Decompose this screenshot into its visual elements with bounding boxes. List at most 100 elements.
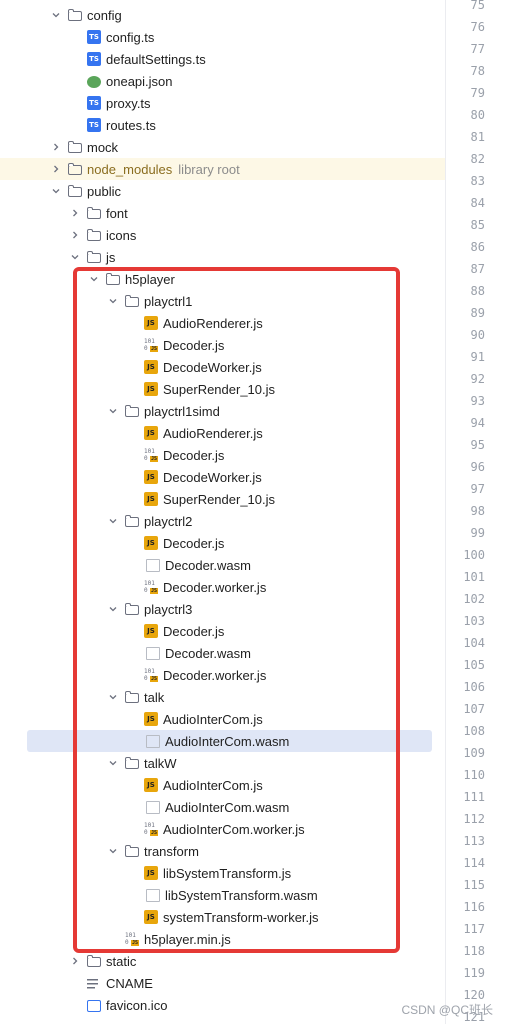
line-number: 98 bbox=[470, 504, 485, 518]
typescript-file-icon: TS bbox=[87, 52, 101, 66]
tree-item-label: static bbox=[106, 953, 137, 969]
tree-item-label: oneapi.json bbox=[106, 73, 173, 89]
line-number: 105 bbox=[463, 658, 485, 672]
tree-item-label: icons bbox=[106, 227, 137, 243]
line-number: 86 bbox=[470, 240, 485, 254]
line-number: 88 bbox=[470, 284, 485, 298]
tree-row-favicon-ico[interactable]: favicon.ico bbox=[0, 994, 445, 1016]
line-number: 87 bbox=[470, 262, 485, 276]
watermark: CSDN @QC班长 bbox=[401, 1003, 493, 1017]
folder-icon bbox=[87, 207, 101, 219]
line-number: 80 bbox=[470, 108, 485, 122]
line-number: 109 bbox=[463, 746, 485, 760]
line-number: 85 bbox=[470, 218, 485, 232]
line-number: 97 bbox=[470, 482, 485, 496]
library-root-tag: library root bbox=[178, 161, 240, 177]
tree-row-mock[interactable]: mock bbox=[0, 136, 445, 158]
line-number: 111 bbox=[463, 790, 485, 804]
image-file-icon bbox=[87, 999, 101, 1012]
folder-icon bbox=[87, 251, 101, 263]
tree-item-label: routes.ts bbox=[106, 117, 156, 133]
tree-item-label: config bbox=[87, 7, 122, 23]
annotation-highlight-box bbox=[73, 267, 400, 953]
line-number: 92 bbox=[470, 372, 485, 386]
line-number: 89 bbox=[470, 306, 485, 320]
tree-row-defaultsettings-ts[interactable]: TS defaultSettings.ts bbox=[0, 48, 445, 70]
line-number: 114 bbox=[463, 856, 485, 870]
chevron-down-icon[interactable] bbox=[69, 251, 81, 263]
tree-item-label: font bbox=[106, 205, 128, 221]
line-number: 118 bbox=[463, 944, 485, 958]
line-number: 100 bbox=[463, 548, 485, 562]
line-number: 99 bbox=[470, 526, 485, 540]
folder-icon bbox=[68, 185, 82, 197]
tree-row-public[interactable]: public bbox=[0, 180, 445, 202]
line-number: 108 bbox=[463, 724, 485, 738]
typescript-file-icon: TS bbox=[87, 96, 101, 110]
line-number: 112 bbox=[463, 812, 485, 826]
line-number: 110 bbox=[463, 768, 485, 782]
chevron-right-icon[interactable] bbox=[50, 163, 62, 175]
tree-row-config[interactable]: config bbox=[0, 4, 445, 26]
line-number: 91 bbox=[470, 350, 485, 364]
line-number: 115 bbox=[463, 878, 485, 892]
folder-icon bbox=[68, 9, 82, 21]
tree-row-routes-ts[interactable]: TS routes.ts bbox=[0, 114, 445, 136]
tree-row-cname[interactable]: CNAME bbox=[0, 972, 445, 994]
line-number: 95 bbox=[470, 438, 485, 452]
line-number: 78 bbox=[470, 64, 485, 78]
tree-item-label: proxy.ts bbox=[106, 95, 151, 111]
line-number: 117 bbox=[463, 922, 485, 936]
editor-gutter: 75 76 77 78 79 80 81 82 83 84 85 86 87 88 89 90 91 92 93 94… bbox=[445, 0, 507, 1024]
tree-row-node-modules[interactable]: node_modules library root bbox=[0, 158, 445, 180]
line-number: 93 bbox=[470, 394, 485, 408]
tree-item-label: js bbox=[106, 249, 116, 265]
tree-item-label: node_modules bbox=[87, 161, 173, 177]
json-file-icon bbox=[87, 75, 101, 88]
line-number: 106 bbox=[463, 680, 485, 694]
tree-row-font[interactable]: font bbox=[0, 202, 445, 224]
tree-row-config-ts[interactable]: TS config.ts bbox=[0, 26, 445, 48]
line-number: 103 bbox=[463, 614, 485, 628]
tree-row-oneapi-json[interactable]: oneapi.json bbox=[0, 70, 445, 92]
line-number: 90 bbox=[470, 328, 485, 342]
tree-item-label: public bbox=[87, 183, 121, 199]
line-number: 119 bbox=[463, 966, 485, 980]
text-file-icon bbox=[87, 979, 101, 989]
line-number: 79 bbox=[470, 86, 485, 100]
typescript-file-icon: TS bbox=[87, 30, 101, 44]
chevron-right-icon[interactable] bbox=[69, 207, 81, 219]
tree-row-js[interactable]: js bbox=[0, 246, 445, 268]
chevron-down-icon[interactable] bbox=[50, 185, 62, 197]
tree-item-label: CNAME bbox=[106, 975, 153, 991]
line-number: 101 bbox=[463, 570, 485, 584]
typescript-file-icon: TS bbox=[87, 118, 101, 132]
tree-row-proxy-ts[interactable]: TS proxy.ts bbox=[0, 92, 445, 114]
folder-icon bbox=[87, 229, 101, 241]
chevron-down-icon[interactable] bbox=[50, 9, 62, 21]
chevron-right-icon[interactable] bbox=[69, 955, 81, 967]
line-number: 83 bbox=[470, 174, 485, 188]
tree-row-icons[interactable]: icons bbox=[0, 224, 445, 246]
folder-icon bbox=[68, 163, 82, 175]
tree-row-static[interactable]: static bbox=[0, 950, 445, 972]
folder-icon bbox=[68, 141, 82, 153]
chevron-right-icon[interactable] bbox=[50, 141, 62, 153]
line-number: 75 bbox=[470, 0, 485, 12]
line-number: 77 bbox=[470, 42, 485, 56]
tree-item-label: mock bbox=[87, 139, 119, 155]
line-number: 113 bbox=[463, 834, 485, 848]
line-number: 96 bbox=[470, 460, 485, 474]
line-number: 81 bbox=[470, 130, 485, 144]
chevron-right-icon[interactable] bbox=[69, 229, 81, 241]
line-number: 94 bbox=[470, 416, 485, 430]
line-number: 76 bbox=[470, 20, 485, 34]
line-number: 107 bbox=[463, 702, 485, 716]
line-number: 84 bbox=[470, 196, 485, 210]
line-number: 82 bbox=[470, 152, 485, 166]
